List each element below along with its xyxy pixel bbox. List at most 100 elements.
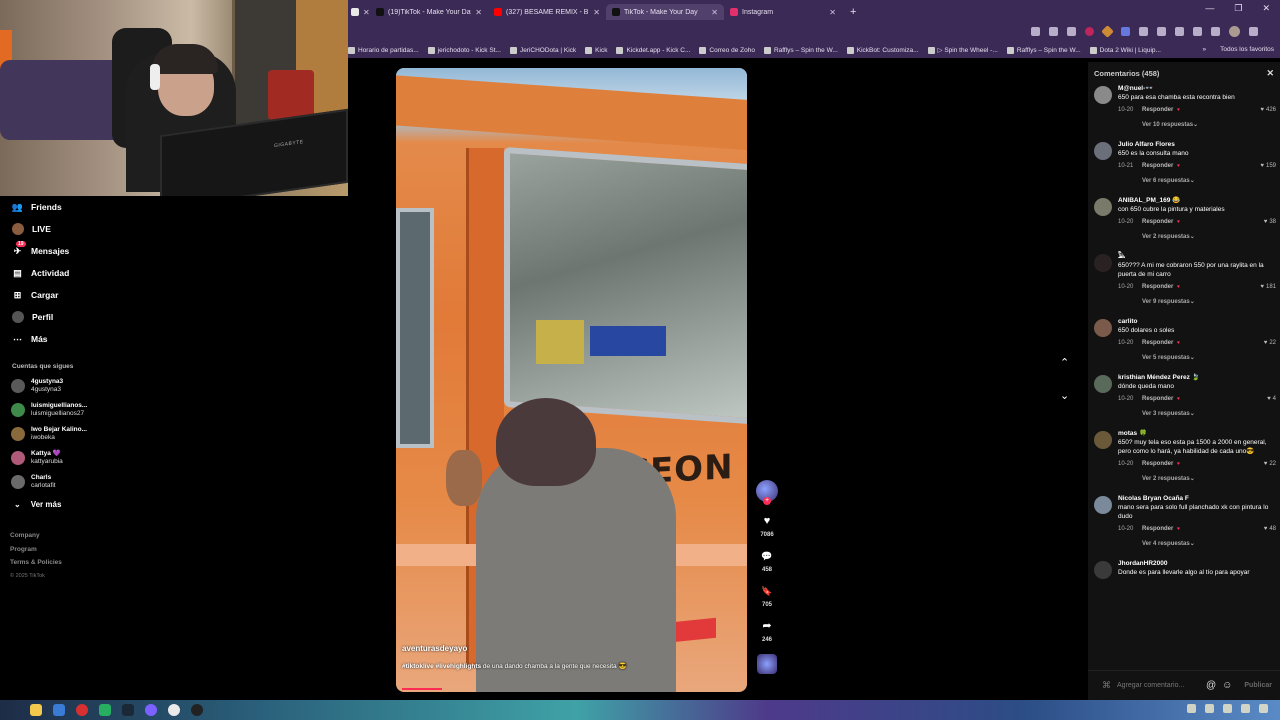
like-icon[interactable]: ♥: [764, 514, 771, 528]
creator-avatar[interactable]: +: [756, 480, 778, 505]
file-explorer-icon[interactable]: [30, 704, 42, 716]
sidebar-item-perfil[interactable]: Perfil: [0, 306, 160, 328]
browser-tab[interactable]: Instagram ✕: [724, 4, 842, 20]
comment-like-button[interactable]: ♥ 426: [1260, 107, 1276, 113]
following-item[interactable]: 4gustyna3 4gustyna3: [0, 374, 160, 398]
extension-red-icon[interactable]: [1085, 26, 1094, 36]
follow-plus-icon[interactable]: +: [763, 497, 771, 505]
reply-button[interactable]: Responder: [1142, 219, 1177, 225]
mention-icon[interactable]: @: [1206, 680, 1216, 691]
sidebar-item-más[interactable]: ⋯ Más: [0, 328, 160, 350]
view-replies-button[interactable]: Ver 4 respuestas⌄: [1142, 540, 1276, 550]
bookmark-item[interactable]: Dota 2 Wiki | Liquip...: [1089, 46, 1161, 54]
video-username[interactable]: aventurasdeyayo: [402, 644, 722, 653]
bookmark-item[interactable]: KickBot: Customiza...: [846, 46, 919, 54]
comment-like-button[interactable]: ♥ 22: [1264, 340, 1276, 346]
obs-icon[interactable]: [191, 704, 203, 716]
reply-button[interactable]: Responder: [1142, 163, 1177, 169]
comment-author[interactable]: ANIBAL_PM_169 😂: [1118, 196, 1276, 205]
comment-like-button[interactable]: ♥ 48: [1264, 526, 1276, 532]
share-page-icon[interactable]: [1049, 26, 1058, 36]
comment-icon[interactable]: 💬: [761, 549, 772, 563]
music-disc-icon[interactable]: [757, 654, 777, 674]
avatar[interactable]: [1094, 319, 1112, 337]
bookmark-icon[interactable]: 🔖: [761, 584, 772, 598]
video-progress-bar[interactable]: [402, 688, 442, 690]
app-icon[interactable]: [145, 704, 157, 716]
share-icon[interactable]: ➦: [762, 619, 771, 633]
footer-link-program[interactable]: Program: [10, 546, 160, 560]
sidebar-item-cargar[interactable]: ⊞ Cargar: [0, 284, 160, 306]
comment-like-button[interactable]: ♥ 181: [1260, 284, 1276, 290]
close-comments-icon[interactable]: ✕: [1266, 68, 1274, 79]
comment-author[interactable]: Julio Alfaro Flores: [1118, 140, 1276, 149]
extension-icon[interactable]: [1139, 26, 1148, 36]
bookmark-item[interactable]: jerichodoto - Kick St...: [427, 46, 501, 54]
tray-icon[interactable]: [1205, 704, 1214, 713]
opera-icon[interactable]: [76, 704, 88, 716]
tray-icon[interactable]: [1259, 704, 1268, 713]
reply-button[interactable]: Responder: [1142, 107, 1177, 113]
reply-button[interactable]: Responder: [1142, 284, 1177, 290]
comment-author[interactable]: 𓅓: [1118, 252, 1276, 261]
tab-close-icon[interactable]: ✕: [829, 8, 836, 17]
comment-like-button[interactable]: ♥ 159: [1260, 163, 1276, 169]
browser-tab[interactable]: (327) BESAME REMIX - BHAVI, ✕: [488, 4, 606, 20]
tab-close-icon[interactable]: ✕: [711, 8, 718, 17]
extension-blue-icon[interactable]: [1121, 26, 1130, 36]
spreadsheet-icon[interactable]: [99, 704, 111, 716]
comment-like-button[interactable]: ♥ 22: [1264, 461, 1276, 467]
following-item[interactable]: Iwo Bejar Kalino... iwobeka: [0, 422, 160, 446]
new-tab-button[interactable]: +: [850, 6, 856, 18]
browser-tab[interactable]: ✕: [348, 4, 370, 20]
comment-author[interactable]: kristhian Méndez Perez 🍃: [1118, 373, 1276, 382]
view-replies-button[interactable]: Ver 2 respuestas⌄: [1142, 475, 1276, 485]
bookmark-item[interactable]: Horario de partidas...: [348, 46, 419, 54]
see-more-button[interactable]: ⌄ Ver más: [0, 494, 160, 514]
comment-like-button[interactable]: ♥ 38: [1264, 219, 1276, 225]
sidebar-item-actividad[interactable]: ▤ Actividad: [0, 262, 160, 284]
reply-button[interactable]: Responder: [1142, 461, 1177, 467]
extension-icon[interactable]: [1157, 26, 1166, 36]
footer-link-company[interactable]: Company: [10, 532, 160, 546]
bookmark-item[interactable]: Kickdet.app - Kick C...: [616, 46, 690, 54]
following-item[interactable]: Kattya 💜 kattyarubia: [0, 446, 160, 470]
following-item[interactable]: luismiguellianos... luismiguellianos27: [0, 398, 160, 422]
view-replies-button[interactable]: Ver 3 respuestas⌄: [1142, 410, 1276, 420]
chrome-icon[interactable]: [168, 704, 180, 716]
avatar[interactable]: [1094, 496, 1112, 514]
steam-icon[interactable]: [122, 704, 134, 716]
close-window-button[interactable]: ✕: [1262, 3, 1270, 14]
bookmark-item[interactable]: Rafflys – Spin the W...: [1006, 46, 1081, 54]
sidebar-item-friends[interactable]: 👥 Friends: [0, 196, 160, 218]
comment-author[interactable]: motas 🍀: [1118, 429, 1276, 438]
tray-icon[interactable]: [1187, 704, 1196, 713]
tray-icon[interactable]: [1223, 704, 1232, 713]
all-bookmarks-button[interactable]: Todos los favoritos: [1220, 46, 1274, 53]
view-replies-button[interactable]: Ver 9 respuestas⌄: [1142, 298, 1276, 308]
cast-icon[interactable]: [1031, 26, 1040, 36]
bookmark-item[interactable]: Kick: [585, 46, 607, 54]
avatar[interactable]: [1094, 198, 1112, 216]
bookmark-item[interactable]: Rafflys – Spin the W...: [763, 46, 838, 54]
next-video-icon[interactable]: ⌄: [1060, 389, 1069, 402]
tray-icon[interactable]: [1241, 704, 1250, 713]
previous-video-icon[interactable]: ⌃: [1060, 356, 1069, 369]
publish-button[interactable]: Publicar: [1244, 682, 1272, 689]
tab-close-icon[interactable]: ✕: [593, 8, 600, 17]
view-replies-button[interactable]: Ver 5 respuestas⌄: [1142, 354, 1276, 364]
extension-icon[interactable]: [1175, 26, 1184, 36]
bookmarks-overflow-button[interactable]: »: [1203, 46, 1207, 53]
view-replies-button[interactable]: Ver 10 respuestas⌄: [1142, 121, 1276, 131]
video-hashtags[interactable]: #tiktoklive #livehighlights: [402, 663, 481, 670]
extensions-puzzle-icon[interactable]: [1193, 26, 1202, 36]
minimize-button[interactable]: —: [1205, 3, 1214, 14]
reply-button[interactable]: Responder: [1142, 340, 1177, 346]
kebab-menu-icon[interactable]: [1249, 26, 1258, 36]
profile-avatar-icon[interactable]: [1229, 25, 1240, 37]
bookmark-item[interactable]: Correo de Zoho: [699, 46, 755, 54]
sidebar-item-mensajes[interactable]: ✈ 19 Mensajes: [0, 240, 160, 262]
tab-close-icon[interactable]: ✕: [363, 8, 370, 17]
browser-tab[interactable]: TikTok - Make Your Day ✕: [606, 4, 724, 20]
bookmark-item[interactable]: JeriCHODota | Kick: [509, 46, 576, 54]
